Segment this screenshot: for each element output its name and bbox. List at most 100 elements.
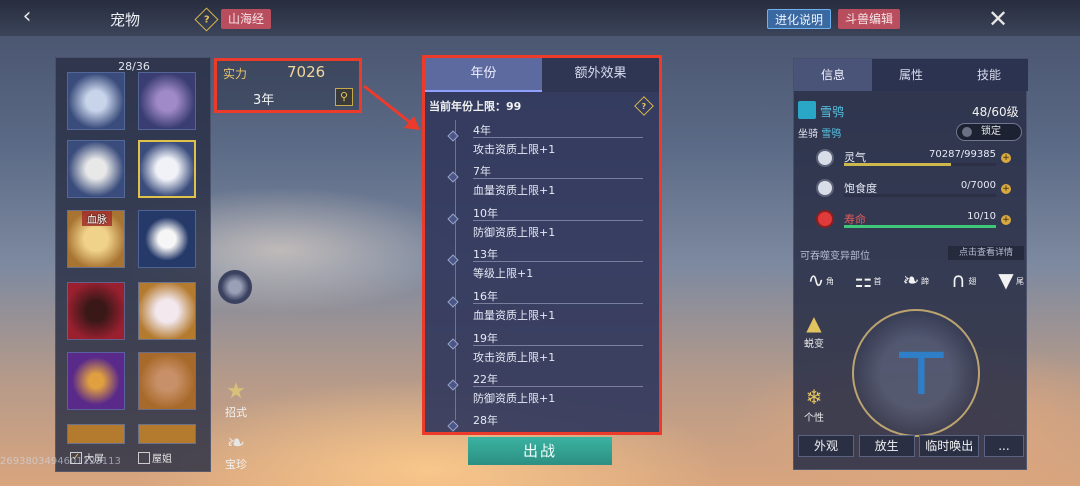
timeline-dot-icon [447, 420, 459, 432]
shanhai-label: 山海经 [221, 9, 272, 29]
help-icon: ? [194, 6, 219, 32]
trait-button[interactable]: ❄ 个性 [794, 385, 834, 424]
horn-icon[interactable]: ∿ 角 [798, 267, 834, 295]
pet-slot[interactable] [138, 72, 196, 130]
stat-bar-fill [844, 163, 952, 166]
mount-label: 坐骑 [798, 129, 818, 140]
tab-extra-effect[interactable]: 额外效果 [542, 58, 659, 92]
summon-button[interactable]: 临时唤出 [919, 435, 980, 457]
satiety-icon [816, 179, 834, 197]
year-entry-year: 4年 [473, 124, 491, 137]
more-button[interactable]: ... [983, 435, 1024, 457]
year-entry-year: 28年 [473, 414, 498, 427]
lock-toggle[interactable]: 锁定 [956, 123, 1022, 141]
divider [473, 386, 643, 387]
pet-slot[interactable] [138, 282, 196, 340]
mutate-label: 蜕变 [804, 339, 824, 350]
feather-icon: ❧ [226, 431, 246, 456]
timeline-dot-icon [447, 379, 459, 391]
appearance-button[interactable]: 外观 [798, 435, 854, 457]
pet-slot[interactable] [138, 210, 196, 268]
timeline-dot-icon [447, 171, 459, 183]
timeline-dot-icon [447, 254, 459, 266]
year-panel: 年份 额外效果 当前年份上限：99 ? 4年攻击资质上限+1 7年血量资质上限+… [422, 55, 662, 435]
stat-value: 10/10 [967, 211, 996, 222]
shanhai-tag[interactable]: ? 山海经 [194, 6, 272, 32]
info-panel: 信息 属性 技能 雪鸮 48/60级 坐骑 雪鸮 锁定 灵气 70287/993… [793, 58, 1028, 470]
search-icon[interactable]: ⚲ [335, 88, 353, 106]
bloodline-badge: 血脉 [82, 211, 112, 226]
help-icon[interactable]: ? [634, 96, 654, 116]
tab-info[interactable]: 信息 [794, 59, 872, 91]
year-entry: 28年 [443, 412, 653, 432]
tab-skills[interactable]: 技能 [950, 59, 1028, 91]
add-icon[interactable]: + [1001, 215, 1011, 225]
tail-icon[interactable]: ▼ 尾 [988, 267, 1024, 295]
stat-bar [844, 194, 996, 197]
year-cap-label: 当前年份上限：99 [429, 100, 522, 113]
orb-icon[interactable] [218, 270, 252, 304]
release-button[interactable]: 放生 [858, 435, 915, 457]
year-entry-desc: 防御资质上限+1 [473, 392, 556, 405]
pet-slot[interactable] [67, 424, 125, 444]
head-icon[interactable]: ⚏ 首 [846, 267, 882, 295]
year-entry: 13年等级上限+1 [443, 246, 653, 286]
pet-slot[interactable] [67, 352, 125, 410]
timeline-dot-icon [447, 338, 459, 350]
pet-slot[interactable] [67, 282, 125, 340]
pet-type-icon [798, 101, 816, 119]
tab-attributes[interactable]: 属性 [872, 59, 950, 91]
stat-value: 0/7000 [960, 180, 996, 191]
pet-slot[interactable] [67, 72, 125, 130]
add-icon[interactable]: + [1001, 153, 1011, 163]
year-entry: 10年防御资质上限+1 [443, 205, 653, 245]
trait-icon: ❄ [805, 385, 823, 409]
hoof-icon[interactable]: ❧ 蹄 [893, 267, 929, 295]
year-entry-year: 16年 [473, 290, 498, 303]
annotation-arrow [363, 84, 420, 130]
skill-button[interactable]: ★ 招式 [216, 380, 256, 420]
year-entry: 19年 攻击资质上限+1 [443, 330, 653, 370]
evolution-button[interactable]: 进化说明 [767, 9, 832, 29]
fox-icon: ★ [226, 379, 246, 404]
stat-value: 70287/99385 [929, 149, 996, 160]
close-icon[interactable]: ✕ [988, 5, 1008, 33]
info-tabs: 信息 属性 技能 [794, 59, 1028, 91]
mount-info: 坐骑 雪鸮 [798, 125, 841, 140]
year-entry-desc: 攻击资质上限+1 [473, 351, 556, 364]
pet-slot[interactable]: 血脉 [67, 210, 125, 268]
heart-icon [816, 210, 834, 228]
pet-year: 3年 [253, 93, 275, 108]
pet-slot[interactable] [138, 352, 196, 410]
year-entry-desc: 攻击资质上限+1 [473, 143, 556, 156]
emblem-icon: ⊤ [852, 309, 980, 437]
filter-checkbox[interactable]: 屋姐 [138, 450, 172, 465]
year-entry-desc: 防御资质上限+1 [473, 226, 556, 239]
tab-year[interactable]: 年份 [425, 58, 542, 92]
year-entry-year: 22年 [473, 373, 498, 386]
strength-label: 实力 [223, 67, 248, 81]
part-label: 角 [826, 277, 834, 286]
back-icon[interactable]: ‹ [14, 6, 40, 28]
add-icon[interactable]: + [1001, 184, 1011, 194]
pet-slot[interactable] [138, 424, 196, 444]
year-entry-desc: 等级上限+1 [473, 267, 534, 280]
watermark: 2693803494601123113 [0, 456, 121, 467]
skill-label: 招式 [225, 406, 247, 419]
year-entry-desc: 血量资质上限+1 [473, 309, 556, 322]
pet-slot[interactable] [67, 140, 125, 198]
year-entry-year: 10年 [473, 207, 498, 220]
year-entry-desc: 血量资质上限+1 [473, 184, 556, 197]
year-entry-year: 7年 [473, 165, 491, 178]
stat-bar-fill [844, 225, 996, 228]
mutate-button[interactable]: ▲ 蜕变 [794, 311, 834, 350]
treasure-label: 宝珍 [225, 458, 247, 471]
treasure-button[interactable]: ❧ 宝珍 [216, 432, 256, 472]
year-entry-year: 13年 [473, 248, 498, 261]
stat-bar [844, 225, 996, 228]
battle-button[interactable]: 出战 [468, 437, 612, 465]
pet-slot-selected[interactable] [138, 140, 196, 198]
wing-icon[interactable]: ∩ 翅 [941, 267, 976, 295]
detail-button[interactable]: 点击查看详情 [948, 246, 1024, 260]
beast-edit-button[interactable]: 斗兽编辑 [838, 9, 901, 29]
